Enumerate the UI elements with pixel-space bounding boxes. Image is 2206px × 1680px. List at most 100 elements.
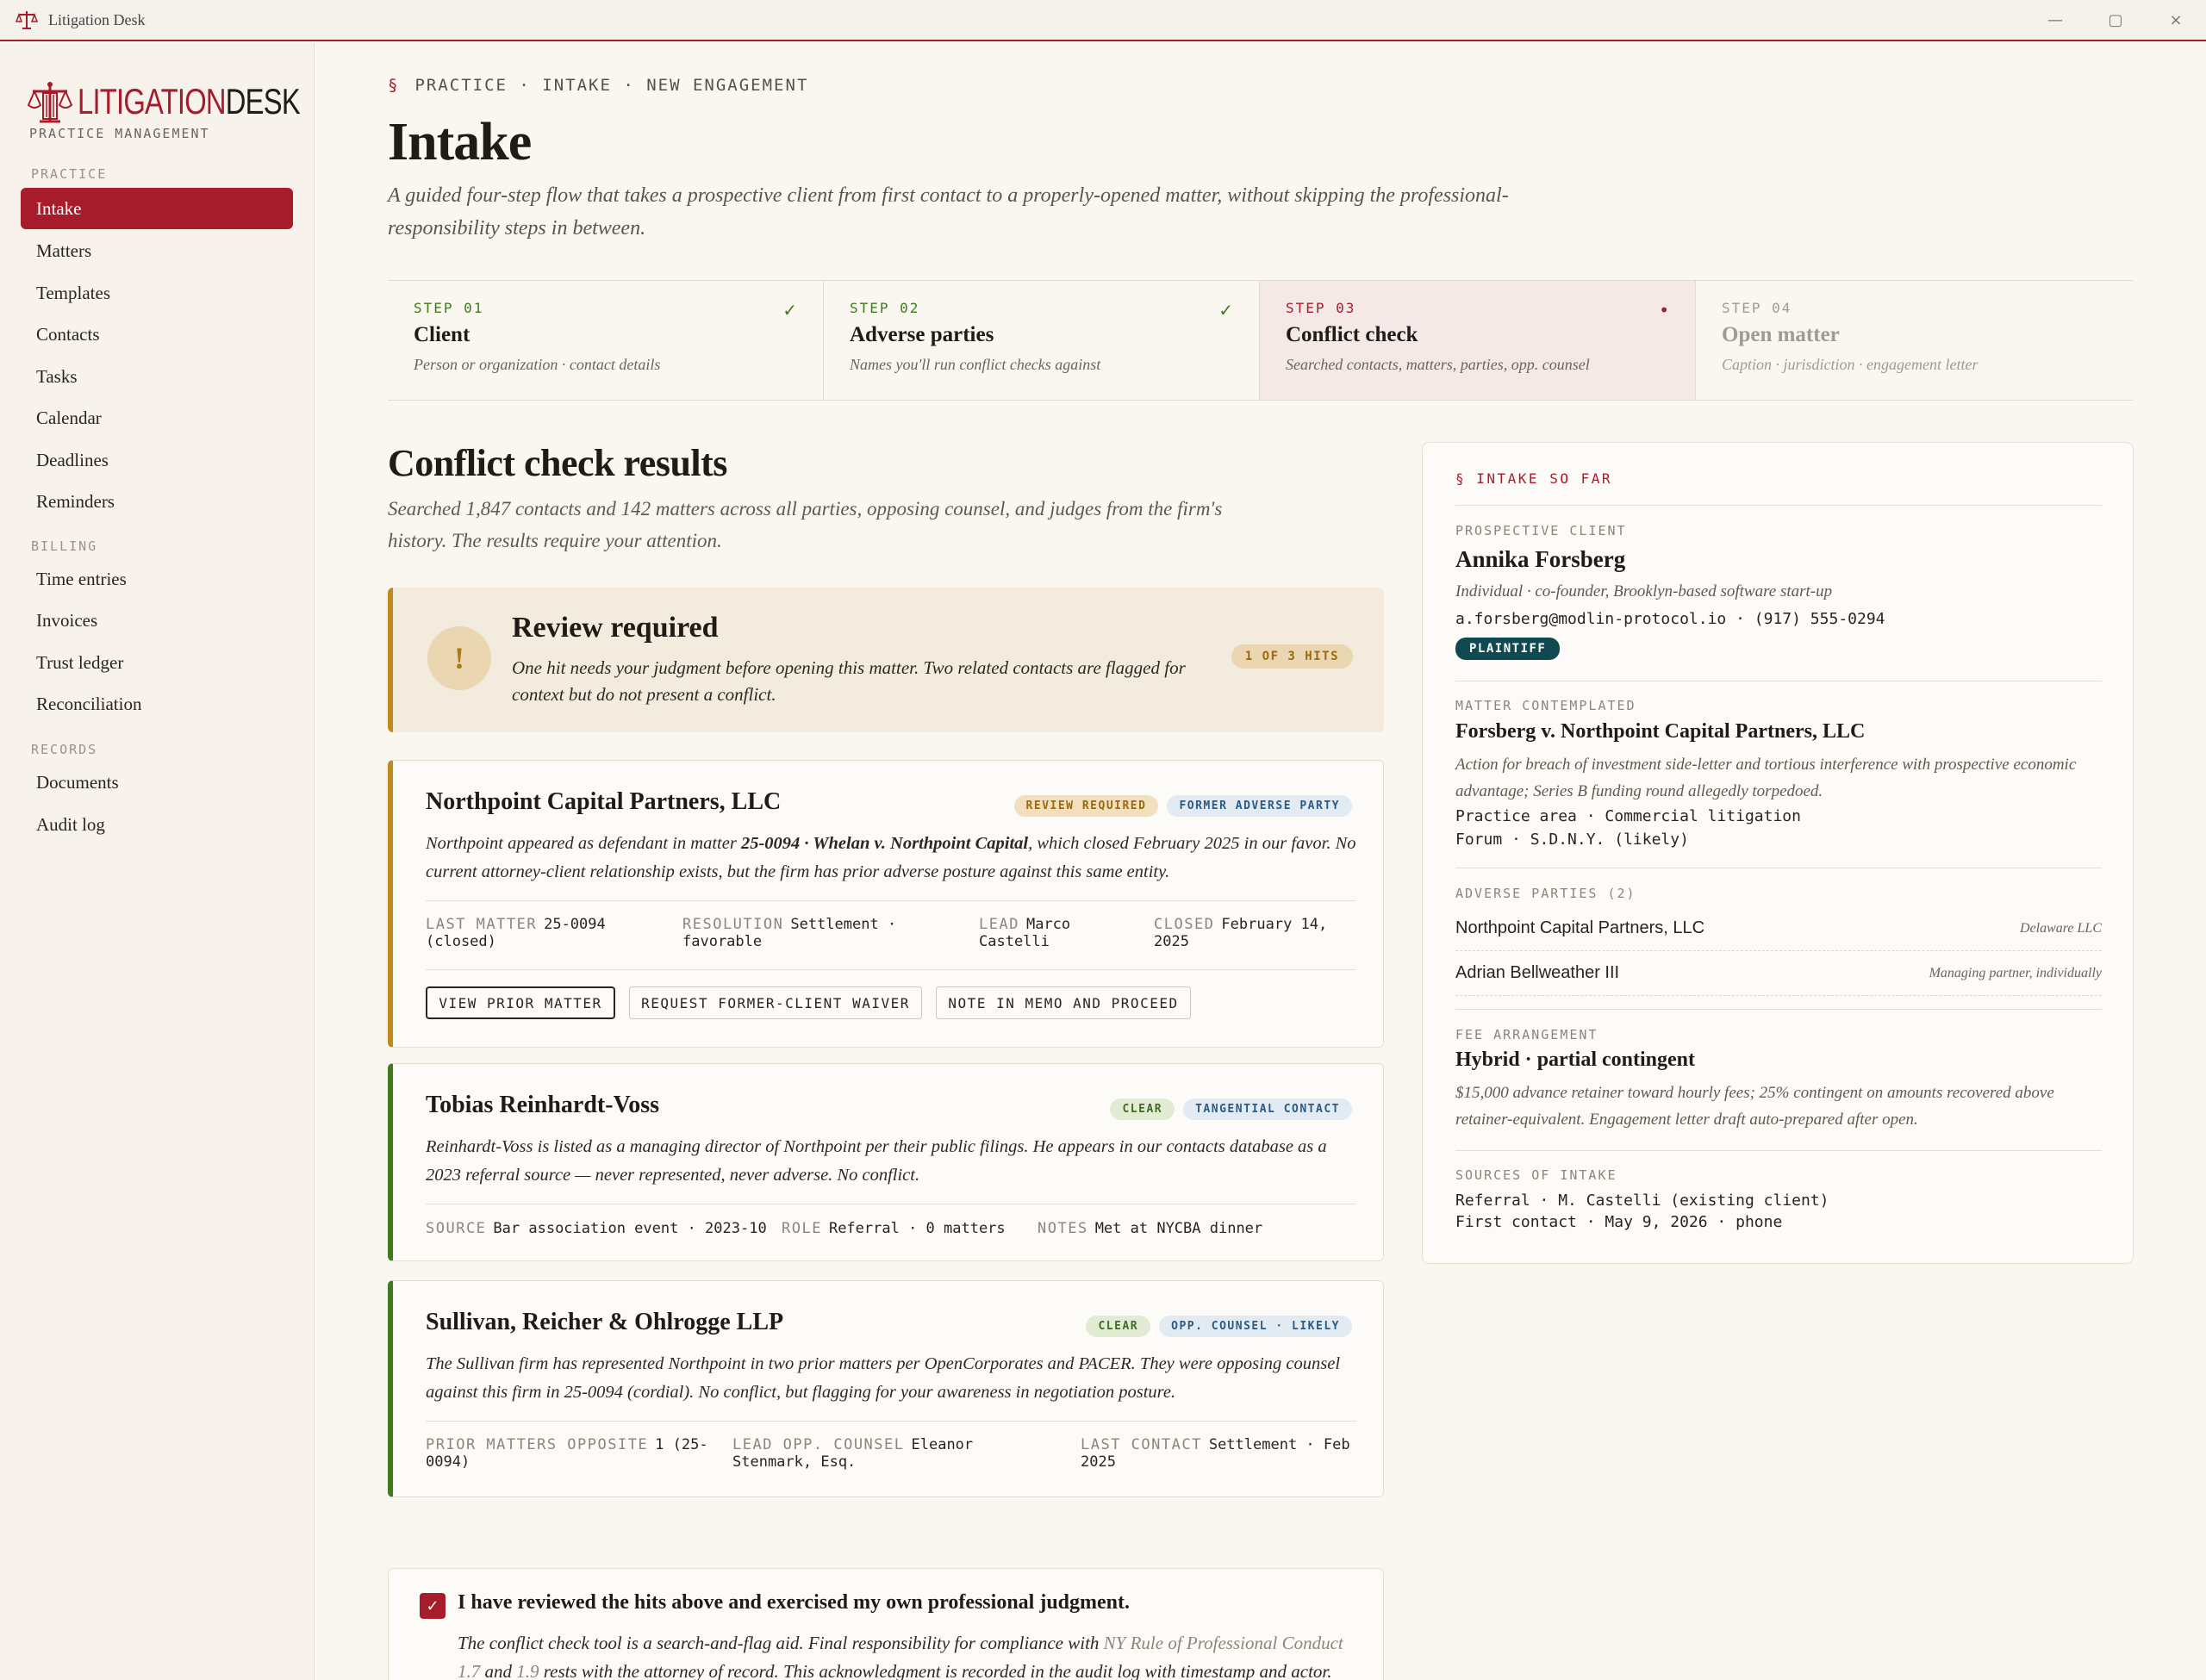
meta-value-cont: (closed) <box>426 933 496 950</box>
matter-practice-area: Practice area · Commercial litigation <box>1455 807 1801 825</box>
check-icon: ✓ <box>782 300 797 320</box>
step-conflict-check[interactable]: STEP 03 Conflict check Searched contacts… <box>1260 281 1696 400</box>
step-number: STEP 01 <box>414 300 484 316</box>
nav-item-intake[interactable]: Intake <box>21 188 293 229</box>
nav-item-deadlines[interactable]: Deadlines <box>21 439 293 481</box>
nav-item-contacts[interactable]: Contacts <box>21 314 293 355</box>
meta-notes: NOTES Met at NYCBA dinner <box>1038 1220 1262 1237</box>
status-badge: CLEAR <box>1086 1316 1151 1337</box>
nav-item-invoices[interactable]: Invoices <box>21 600 293 641</box>
meta-value-cont: 2025 <box>1154 933 1189 950</box>
breadcrumb-path[interactable]: PRACTICE · INTAKE · NEW ENGAGEMENT <box>414 76 808 95</box>
step-client[interactable]: STEP 01 Client Person or organization · … <box>388 281 824 400</box>
client-description: Individual · co-founder, Brooklyn-based … <box>1455 582 1833 600</box>
meta-value-cont: Stenmark, Esq. <box>732 1453 857 1471</box>
matter-label: MATTER CONTEMPLATED <box>1455 698 1636 713</box>
step-adverse-parties[interactable]: STEP 02 Adverse parties Names you'll run… <box>824 281 1260 400</box>
brand-logo[interactable]: LITIGATIONDESK <box>26 78 363 126</box>
nav-item-matters[interactable]: Matters <box>21 230 293 271</box>
nav-item-reminders[interactable]: Reminders <box>21 481 293 522</box>
hit-description: The Sullivan firm has represented Northp… <box>426 1354 1341 1402</box>
meta-value: February 14, <box>1221 916 1328 933</box>
step-name: Conflict check <box>1286 323 1418 346</box>
nav-item-time-entries[interactable]: Time entries <box>21 558 293 600</box>
meta-resolution: RESOLUTION Settlement · favorable <box>682 916 896 950</box>
check-icon: ✓ <box>1218 300 1233 320</box>
meta-closed: CLOSED February 14, 2025 <box>1154 916 1327 950</box>
brand-subtitle: PRACTICE MANAGEMENT <box>29 126 210 141</box>
meta-key: ROLE <box>782 1220 822 1237</box>
status-badge: REVIEW REQUIRED <box>1013 795 1159 817</box>
ack-text-part: and <box>480 1661 517 1680</box>
brand-name: LITIGATIONDESK <box>78 81 301 122</box>
meta-key: CLOSED <box>1154 916 1215 933</box>
breadcrumb: § PRACTICE · INTAKE · NEW ENGAGEMENT <box>388 76 808 95</box>
client-role-badge: PLAINTIFF <box>1455 638 1561 660</box>
meta-value: Bar association event · 2023-10 <box>493 1220 767 1237</box>
meta-value: Referral · 0 matters <box>828 1220 1006 1237</box>
current-dot-icon: • <box>1659 300 1669 320</box>
rule-1-9-link[interactable]: 1.9 <box>516 1661 539 1680</box>
hit-name: Northpoint Capital Partners, LLC <box>426 788 782 815</box>
brand-name-part-b: DESK <box>225 81 301 121</box>
adverse-party-row[interactable]: Adrian Bellweather III Managing partner,… <box>1455 951 2102 996</box>
scales-of-justice-icon <box>27 82 73 123</box>
meta-value-cont: 0094) <box>426 1453 470 1471</box>
conflict-hit-card: Northpoint Capital Partners, LLC REVIEW … <box>388 760 1384 1048</box>
alert-text: One hit needs your judgment before openi… <box>512 657 1186 705</box>
meta-last-contact: LAST CONTACT Settlement · Feb 2025 <box>1081 1436 1350 1471</box>
nav-group-records: RECORDS <box>31 742 98 757</box>
acknowledge-checkbox[interactable]: ✓ <box>420 1593 446 1619</box>
nav-item-reconciliation[interactable]: Reconciliation <box>21 683 293 725</box>
hit-description: Reinhardt-Voss is listed as a managing d… <box>426 1137 1327 1185</box>
step-description: Names you'll run conflict checks against <box>850 356 1101 373</box>
matter-reference[interactable]: 25-0094 · Whelan v. Northpoint Capital <box>741 834 1028 853</box>
meta-key: SOURCE <box>426 1220 487 1237</box>
meta-value: 1 (25- <box>655 1436 708 1453</box>
divider <box>1455 505 2102 506</box>
nav-item-templates[interactable]: Templates <box>21 272 293 314</box>
meta-role: ROLE Referral · 0 matters <box>782 1220 1006 1237</box>
step-description: Person or organization · contact details <box>414 356 661 373</box>
step-description: Caption · jurisdiction · engagement lett… <box>1722 356 1979 373</box>
fee-arrangement: Hybrid · partial contingent <box>1455 1048 1696 1071</box>
adverse-party-row[interactable]: Northpoint Capital Partners, LLC Delawar… <box>1455 906 2102 951</box>
request-waiver-button[interactable]: REQUEST FORMER-CLIENT WAIVER <box>629 986 922 1019</box>
close-button[interactable]: × <box>2146 0 2206 40</box>
ack-text-part: The conflict check tool is a search-and-… <box>458 1633 1104 1653</box>
scales-icon <box>16 11 38 29</box>
nav-item-documents[interactable]: Documents <box>21 762 293 803</box>
hit-text-part: Northpoint appeared as defendant in matt… <box>426 834 741 853</box>
view-prior-matter-button[interactable]: VIEW PRIOR MATTER <box>426 986 615 1019</box>
nav-item-calendar[interactable]: Calendar <box>21 397 293 439</box>
note-and-proceed-button[interactable]: NOTE IN MEMO AND PROCEED <box>936 986 1191 1019</box>
meta-source: SOURCE Bar association event · 2023-10 <box>426 1220 767 1237</box>
stepper: STEP 01 Client Person or organization · … <box>388 280 2133 401</box>
conflict-hit-card: Tobias Reinhardt-Voss CLEAR TANGENTIAL C… <box>388 1063 1384 1261</box>
nav-item-trust-ledger[interactable]: Trust ledger <box>21 642 293 683</box>
window-titlebar: Litigation Desk — ▢ × <box>0 0 2206 41</box>
relationship-badge: TANGENTIAL CONTACT <box>1183 1098 1352 1120</box>
client-contact: a.forsberg@modlin-protocol.io · (917) 55… <box>1455 610 1885 628</box>
nav-item-tasks[interactable]: Tasks <box>21 356 293 397</box>
meta-value: Met at NYCBA dinner <box>1094 1220 1263 1237</box>
meta-key: LEAD <box>979 916 1019 933</box>
adverse-party-type: Delaware LLC <box>2020 920 2102 936</box>
matter-description: Action for breach of investment side-let… <box>1455 756 2077 800</box>
step-open-matter[interactable]: STEP 04 Open matter Caption · jurisdicti… <box>1696 281 2132 400</box>
client-name: Annika Forsberg <box>1455 546 1626 572</box>
nav-item-audit-log[interactable]: Audit log <box>21 804 293 845</box>
status-badge: CLEAR <box>1110 1098 1175 1120</box>
acknowledgment-label[interactable]: I have reviewed the hits above and exerc… <box>458 1591 1130 1615</box>
sources-label: SOURCES OF INTAKE <box>1455 1167 1617 1183</box>
maximize-button[interactable]: ▢ <box>2085 0 2146 40</box>
window-title: Litigation Desk <box>48 10 146 28</box>
step-number: STEP 02 <box>850 300 920 316</box>
step-name: Adverse parties <box>850 323 994 346</box>
nav-group-practice: PRACTICE <box>31 166 108 182</box>
panel-header: § INTAKE SO FAR <box>1455 470 1612 487</box>
matter-forum: Forum · S.D.N.Y. (likely) <box>1455 831 1689 849</box>
minimize-button[interactable]: — <box>2025 0 2085 40</box>
intake-summary-panel: § INTAKE SO FAR PROSPECTIVE CLIENT Annik… <box>1422 442 2134 1264</box>
meta-key: LEAD OPP. COUNSEL <box>732 1436 905 1453</box>
